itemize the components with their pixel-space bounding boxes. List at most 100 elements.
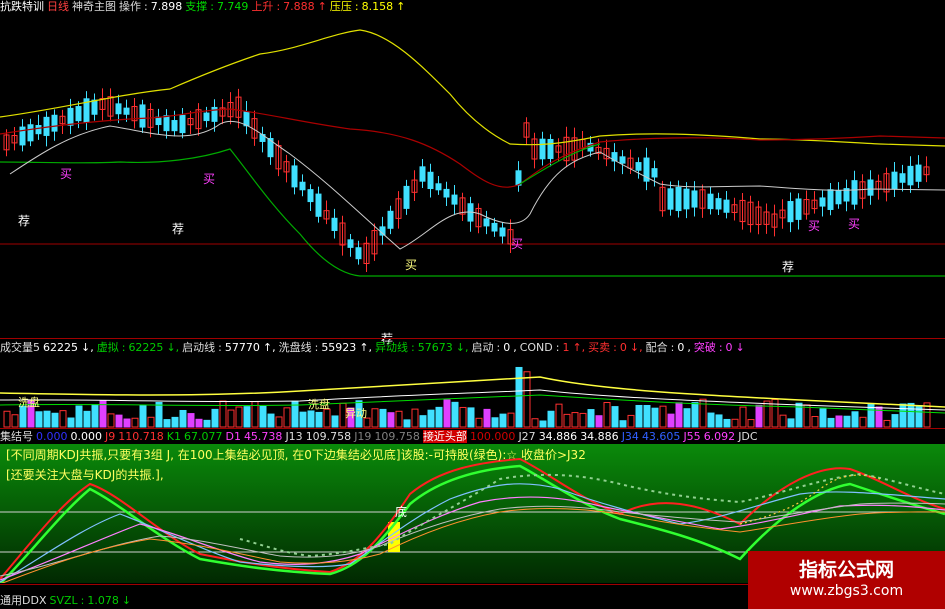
- signal-jian-3: 荐: [782, 260, 795, 274]
- vol-cond-value: 1: [562, 341, 570, 354]
- candle-body: [75, 106, 82, 122]
- volume-bar: [819, 408, 827, 428]
- vol-boot-label: 启动: [471, 341, 494, 354]
- volume-bar: [203, 419, 211, 428]
- volume-bar: [331, 415, 339, 428]
- kdj-j34: J34: [621, 430, 639, 443]
- volume-bar: [555, 403, 563, 428]
- volume-bar: [403, 419, 411, 428]
- press-value: 8.158: [361, 0, 394, 13]
- candle-body: [491, 222, 498, 232]
- stock-name: 抗跌特训: [0, 0, 44, 13]
- volume-bar: [787, 418, 795, 428]
- volume-bar: [115, 414, 123, 428]
- candle-body: [787, 201, 794, 223]
- volume-bar: [427, 409, 435, 428]
- vol-name: 成交量5: [0, 341, 40, 354]
- volume-bar: [483, 408, 491, 428]
- divider: [0, 428, 945, 429]
- volume-bar: [275, 416, 283, 428]
- candle-body: [819, 197, 826, 207]
- volume-bar: [515, 366, 523, 428]
- volume-bar: [499, 413, 507, 428]
- volume-bar: [163, 419, 171, 428]
- period-label[interactable]: 日线: [47, 0, 69, 13]
- kdj-j27b: 34.886: [580, 430, 619, 443]
- candle-body: [203, 112, 210, 122]
- kdj-top-label: 接近头部: [422, 430, 467, 443]
- candlestick-chart[interactable]: [0, 14, 945, 339]
- vol-buy-value: 0: [619, 341, 627, 354]
- label-di: 底: [395, 505, 408, 519]
- watermark-logo: 指标公式网 www.zbgs3.com: [748, 551, 945, 609]
- vol-buy-label: 买卖: [588, 341, 611, 354]
- volume-bar: [843, 415, 851, 428]
- kdj-v1: 0.000: [36, 430, 68, 443]
- signal-mai-3: 买: [405, 258, 418, 272]
- volume-chart[interactable]: [0, 355, 945, 430]
- candle-body: [515, 170, 522, 186]
- vol-lift-label: 异动线: [375, 341, 409, 354]
- candle-body: [347, 239, 354, 248]
- volume-bar: [43, 410, 51, 428]
- rise-value: 7.888: [283, 0, 315, 13]
- op-value: 7.898: [150, 0, 183, 13]
- yellow-ma-line: [0, 29, 945, 147]
- volume-bar: [723, 418, 731, 428]
- candle-body: [139, 104, 146, 128]
- volume-bar: [379, 408, 387, 428]
- kdj-j27v: 34.886: [538, 430, 578, 443]
- candle-body: [291, 165, 298, 188]
- volume-bar: [635, 404, 643, 428]
- signal-mai-6: 买: [848, 217, 861, 231]
- volume-bar: [803, 404, 811, 428]
- volume-bar: [155, 401, 163, 428]
- volume-bar: [579, 412, 587, 428]
- candle-body: [851, 180, 858, 205]
- kdj-j55v: 6.092: [703, 430, 736, 443]
- volume-bar: [75, 405, 83, 428]
- vol-boot-value: 0: [503, 341, 511, 354]
- candle-body: [483, 218, 490, 227]
- kdj-note-line2: [还要关注大盘与KDJ的共振.],: [6, 468, 164, 482]
- volume-bar: [219, 400, 227, 428]
- vol-lift-value: 57673: [417, 341, 453, 354]
- volume-bar: [827, 417, 835, 428]
- kdj-j55: J55: [683, 430, 701, 443]
- candle-body: [691, 190, 698, 208]
- vol-ma-label: 虚拟: [96, 341, 119, 354]
- vol-break-value: 0: [725, 341, 733, 354]
- candle-body: [299, 181, 306, 191]
- volume-bar: [315, 411, 323, 428]
- candle-body: [243, 111, 250, 127]
- volume-bar: [187, 413, 195, 428]
- candle-body: [163, 115, 170, 132]
- volume-bar: [539, 420, 547, 428]
- volume-bar: [283, 407, 291, 428]
- candle-body: [171, 120, 178, 132]
- vol-match-label: 配合: [645, 341, 668, 354]
- volume-bar: [731, 418, 739, 428]
- volume-bar: [91, 404, 99, 428]
- volume-bar: [643, 405, 651, 428]
- volume-bar: [907, 402, 915, 428]
- candle-body: [723, 199, 730, 213]
- volume-bar: [235, 406, 243, 428]
- kdj-j13: J13: [285, 430, 303, 443]
- volume-bar: [683, 408, 691, 428]
- volume-bar: [835, 415, 843, 428]
- vol-start-value: 57770: [224, 341, 260, 354]
- candle-body: [355, 247, 362, 260]
- candle-body: [635, 162, 642, 171]
- volume-bar: [83, 410, 91, 428]
- candle-body: [907, 165, 914, 186]
- candle-body: [435, 183, 442, 191]
- signal-mai-2: 买: [203, 172, 216, 186]
- volume-bar: [419, 415, 427, 428]
- kdj-j19: J19: [354, 430, 372, 443]
- volume-bar: [899, 403, 907, 428]
- candle-body: [91, 99, 98, 115]
- volume-bar: [755, 404, 763, 428]
- vol-break-label: 突破: [693, 341, 716, 354]
- candle-body: [827, 189, 834, 210]
